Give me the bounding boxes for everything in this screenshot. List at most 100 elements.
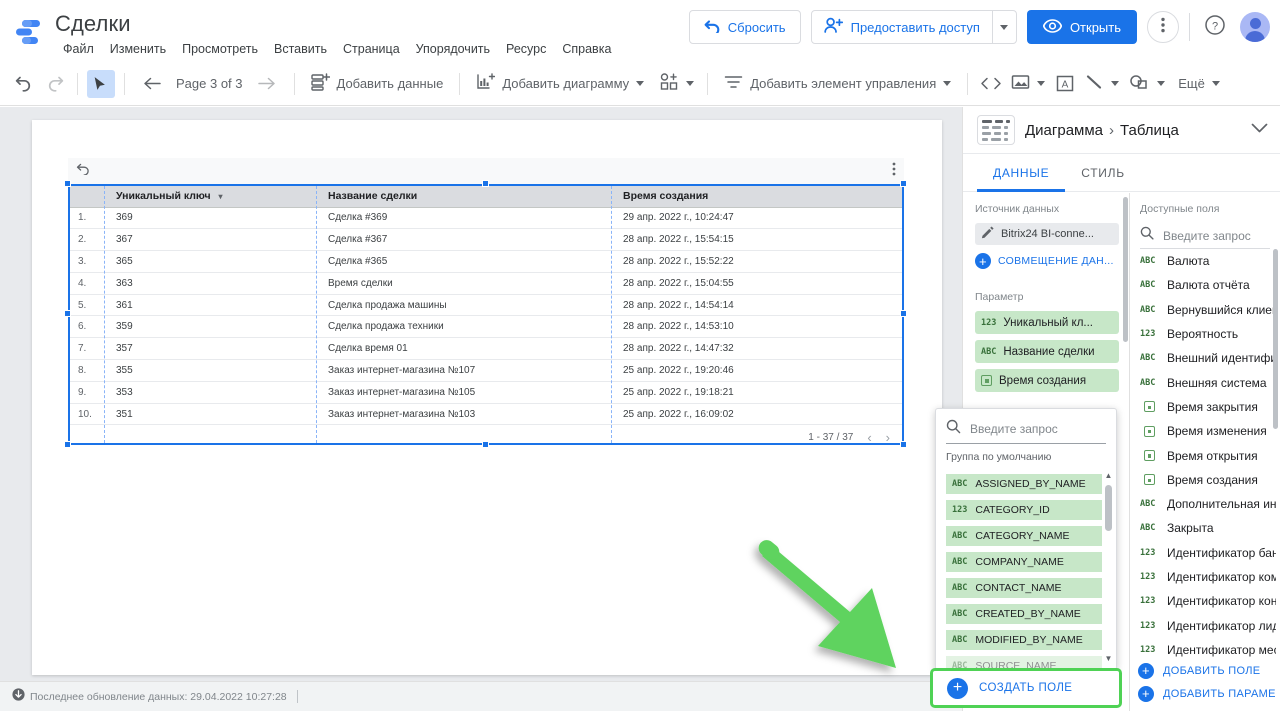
list-item[interactable]: ABC Дополнительная ин... <box>1138 492 1276 516</box>
resize-handle-top-center[interactable] <box>482 180 489 187</box>
arrow-right-icon[interactable] <box>253 70 281 98</box>
col-header-deal-name[interactable]: Название сделки <box>320 186 615 208</box>
table-row[interactable]: 8. 355 Заказ интернет-магазина №107 25 а… <box>70 359 902 382</box>
menu-item[interactable]: ABC CREATED_BY_NAME <box>946 604 1102 624</box>
menu-item[interactable]: ABC CATEGORY_NAME <box>946 526 1102 546</box>
left-column-scrollbar[interactable] <box>1123 197 1128 342</box>
col-header-index[interactable] <box>70 186 108 208</box>
list-item[interactable]: 123 Вероятность <box>1138 322 1276 346</box>
menu-item[interactable]: ABC ASSIGNED_BY_NAME <box>946 474 1102 494</box>
view-button[interactable]: Открыть <box>1026 10 1137 44</box>
menu-item-view[interactable]: Просмотреть <box>174 40 266 58</box>
field-picker-popup[interactable]: Введите запрос Группа по умолчанию ABC AS… <box>935 408 1117 670</box>
resize-handle-middle-left[interactable] <box>64 310 71 317</box>
list-item[interactable]: 123 Идентификатор ком... <box>1138 565 1276 589</box>
menu-item-arrange[interactable]: Упорядочить <box>408 40 498 58</box>
list-item[interactable]: 123 Идентификатор бан... <box>1138 541 1276 565</box>
report-canvas[interactable]: Уникальный ключ ▾ Название сделки Время … <box>0 107 962 711</box>
table-frame[interactable]: Уникальный ключ ▾ Название сделки Время … <box>68 184 904 445</box>
list-item[interactable]: ABC Валюта отчёта <box>1138 273 1276 297</box>
insert-shape-button[interactable] <box>1125 69 1169 99</box>
table-row[interactable]: 4. 363 Время сделки 28 апр. 2022 г., 15:… <box>70 272 902 295</box>
community-visualizations-button[interactable] <box>653 69 698 99</box>
menu-item[interactable]: ABC MODIFIED_BY_NAME <box>946 630 1102 650</box>
add-field-button[interactable]: + ДОБАВИТЬ ПОЛЕ <box>1138 659 1276 682</box>
field-picker-search[interactable]: Введите запрос <box>946 414 1106 444</box>
text-box-icon[interactable]: A <box>1051 70 1079 98</box>
create-field-button[interactable]: + СОЗДАТЬ ПОЛЕ <box>930 668 1122 708</box>
table-row[interactable]: 10. 351 Заказ интернет-магазина №103 25 … <box>70 403 902 426</box>
list-item[interactable]: ABC Внешний идентифик... <box>1138 346 1276 370</box>
table-row[interactable]: 2. 367 Сделка #367 28 апр. 2022 г., 15:5… <box>70 228 902 252</box>
embed-code-icon[interactable] <box>977 70 1005 98</box>
triangle-up-icon[interactable]: ▲ <box>1104 471 1113 480</box>
data-source-chip[interactable]: Bitrix24 BI-conne... <box>975 223 1119 245</box>
add-parameter-button[interactable]: + ДОБАВИТЬ ПАРАМЕ... <box>1138 682 1276 705</box>
resize-handle-middle-right[interactable] <box>900 310 907 317</box>
chevron-down-icon[interactable] <box>1251 121 1268 139</box>
reset-button[interactable]: Сбросить <box>688 10 801 44</box>
chevron-left-icon[interactable]: ‹ <box>867 430 871 445</box>
pencil-icon[interactable] <box>981 226 994 242</box>
dimension-chip-created-time[interactable]: Время создания <box>975 369 1119 392</box>
sort-descending-icon[interactable]: ▾ <box>218 192 222 201</box>
refresh-down-icon[interactable] <box>12 687 25 706</box>
blend-data-button[interactable]: + СОВМЕЩЕНИЕ ДАН... <box>975 253 1119 269</box>
insert-image-button[interactable] <box>1007 69 1049 99</box>
menu-item-help[interactable]: Справка <box>554 40 619 58</box>
available-fields-list[interactable]: ABC Валюта ABC Валюта отчёта ABC Вернувшийс… <box>1138 249 1276 657</box>
list-item[interactable]: Время создания <box>1138 468 1276 492</box>
kebab-menu-icon[interactable] <box>892 162 896 181</box>
table-row[interactable]: 5. 361 Сделка продажа машины 28 апр. 202… <box>70 294 902 317</box>
undo-icon[interactable] <box>10 70 38 98</box>
table-row[interactable]: 1. 369 Сделка #369 29 апр. 2022 г., 10:2… <box>70 207 902 230</box>
table-row[interactable]: 9. 353 Заказ интернет-магазина №105 25 а… <box>70 381 902 404</box>
resize-handle-bottom-center[interactable] <box>482 441 489 448</box>
add-control-button[interactable]: Добавить элемент управления <box>717 69 958 99</box>
chevron-right-icon[interactable]: › <box>886 430 890 445</box>
list-item[interactable]: ABC Вернувшийся клиент <box>1138 298 1276 322</box>
resize-handle-bottom-left[interactable] <box>64 441 71 448</box>
add-chart-button[interactable]: Добавить диаграмму <box>469 69 651 99</box>
cursor-arrow-icon[interactable] <box>87 69 115 98</box>
field-picker-list[interactable]: ABC ASSIGNED_BY_NAME 123 CATEGORY_ID ABC CA… <box>936 474 1116 669</box>
more-toolbar-button[interactable]: Ещё <box>1171 69 1227 99</box>
share-button-group[interactable]: Предоставить доступ <box>810 10 1017 44</box>
tab-style[interactable]: СТИЛЬ <box>1065 154 1140 191</box>
available-fields-scrollbar[interactable] <box>1273 249 1278 429</box>
menu-item[interactable]: ABC COMPANY_NAME <box>946 552 1102 572</box>
insert-line-button[interactable] <box>1081 69 1123 99</box>
share-dropdown-toggle[interactable] <box>991 11 1016 43</box>
resize-handle-top-left[interactable] <box>64 180 71 187</box>
add-data-button[interactable]: Добавить данные <box>304 69 451 99</box>
menu-item-file[interactable]: Файл <box>55 40 102 58</box>
menu-item-page[interactable]: Страница <box>335 40 408 58</box>
scrollbar-thumb[interactable] <box>1105 485 1112 531</box>
more-options-button[interactable] <box>1147 11 1179 43</box>
triangle-down-icon[interactable]: ▼ <box>1104 654 1113 663</box>
redo-icon[interactable] <box>40 70 68 98</box>
col-header-created-time[interactable]: Время создания <box>615 186 902 208</box>
undo-icon[interactable] <box>76 162 92 180</box>
list-item[interactable]: Время открытия <box>1138 443 1276 467</box>
list-item[interactable]: Время изменения <box>1138 419 1276 443</box>
menu-item-edit[interactable]: Изменить <box>102 40 174 58</box>
list-item[interactable]: ABC Закрыта <box>1138 516 1276 540</box>
list-item[interactable]: ABC Внешняя система <box>1138 370 1276 394</box>
menu-item[interactable]: ABC CONTACT_NAME <box>946 578 1102 598</box>
help-button[interactable]: ? <box>1200 12 1230 42</box>
list-item[interactable]: 123 Идентификатор лида <box>1138 613 1276 637</box>
menu-item[interactable]: 123 CATEGORY_ID <box>946 500 1102 520</box>
document-title[interactable]: Сделки <box>55 11 131 37</box>
table-row[interactable]: 6. 359 Сделка продажа техники 28 апр. 20… <box>70 315 902 339</box>
avatar[interactable] <box>1240 12 1270 42</box>
list-item[interactable]: 123 Идентификатор конт... <box>1138 589 1276 613</box>
col-header-unique-key[interactable]: Уникальный ключ ▾ <box>108 186 320 208</box>
menu-item-resource[interactable]: Ресурс <box>498 40 554 58</box>
list-item[interactable]: Время закрытия <box>1138 395 1276 419</box>
resize-handle-bottom-right[interactable] <box>900 441 907 448</box>
list-item[interactable]: ABC Валюта <box>1138 249 1276 273</box>
tab-data[interactable]: ДАННЫЕ <box>977 154 1066 192</box>
dimension-chip-unique-key[interactable]: 123 Уникальный кл... <box>975 311 1119 334</box>
table-row[interactable]: 3. 365 Сделка #365 28 апр. 2022 г., 15:5… <box>70 250 902 273</box>
